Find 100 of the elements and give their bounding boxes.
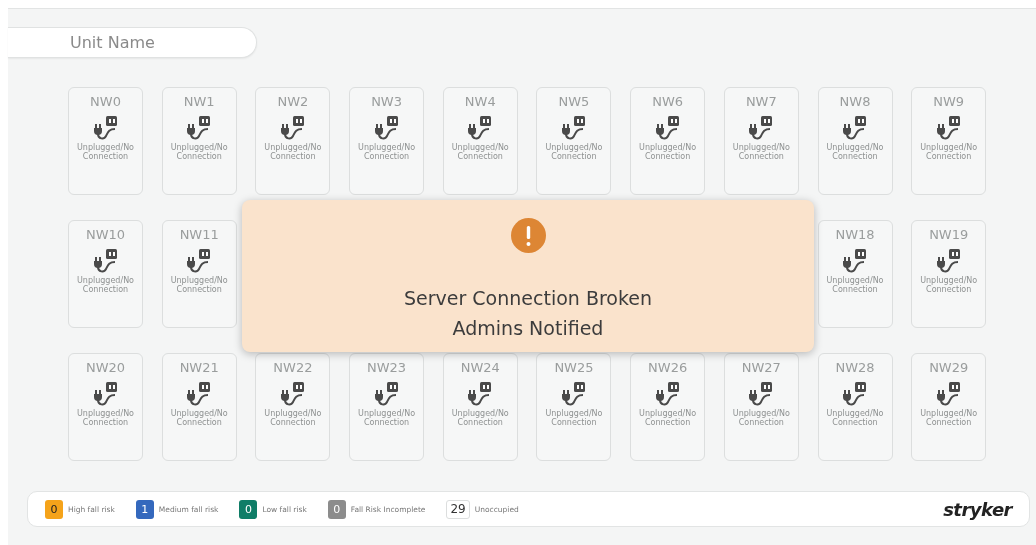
room-name: NW3 [371, 94, 402, 109]
room-status: Unplugged/No Connection [638, 143, 698, 161]
room-name: NW1 [183, 94, 215, 109]
alert-message: Server Connection Broken [404, 286, 652, 311]
room-card[interactable]: NW27 Unplugged/No Connection [723, 353, 799, 461]
count-badge: 1 [135, 499, 154, 519]
room-name: NW25 [554, 360, 594, 375]
room-name: NW21 [179, 360, 219, 375]
room-status: Unplugged/No Connection [731, 409, 791, 427]
unplugged-icon [936, 115, 961, 141]
room-name: NW19 [929, 227, 969, 242]
room-name: NW18 [835, 227, 875, 242]
room-name: NW28 [835, 360, 875, 375]
room-card[interactable]: NW11 Unplugged/No Connection [161, 220, 237, 328]
room-card[interactable]: NW7 Unplugged/No Connection [723, 87, 799, 195]
room-status: Unplugged/No Connection [76, 276, 135, 294]
unplugged-icon [187, 381, 212, 407]
unplugged-icon [374, 381, 399, 407]
unplugged-icon [843, 381, 867, 407]
unplugged-icon [187, 248, 212, 274]
search-field[interactable]: Unit Name [8, 27, 257, 58]
room-card[interactable]: NW2 Unplugged/No Connection [255, 87, 331, 195]
room-status: Unplugged/No Connection [263, 143, 323, 161]
room-card[interactable]: NW20 Unplugged/No Connection [68, 353, 143, 461]
room-card[interactable]: NW23 Unplugged/No Connection [349, 353, 425, 461]
unplugged-icon [187, 115, 212, 141]
room-card[interactable]: NW22 Unplugged/No Connection [255, 353, 331, 461]
unplugged-icon [843, 248, 867, 274]
unplugged-icon [561, 115, 586, 141]
unplugged-icon [280, 115, 305, 141]
room-status: Unplugged/No Connection [357, 409, 417, 427]
room-card[interactable]: NW18 Unplugged/No Connection [817, 220, 893, 328]
room-status: Unplugged/No Connection [169, 409, 229, 427]
room-status: Unplugged/No Connection [825, 143, 885, 161]
room-card[interactable]: NW1 Unplugged/No Connection [161, 87, 237, 195]
room-status: Unplugged/No Connection [544, 143, 604, 161]
room-name: NW22 [273, 360, 313, 375]
room-name: NW6 [652, 94, 684, 109]
room-name: NW23 [367, 360, 407, 375]
unplugged-icon [936, 381, 961, 407]
room-name: NW27 [741, 360, 781, 375]
room-card[interactable]: NW24 Unplugged/No Connection [442, 353, 518, 461]
room-card[interactable]: NW5 Unplugged/No Connection [536, 87, 612, 195]
room-name: NW26 [648, 360, 688, 375]
count-badge: 0 [327, 499, 346, 519]
brand-logo: stryker [943, 498, 1012, 520]
room-name: NW20 [85, 360, 126, 375]
room-card[interactable]: NW21 Unplugged/No Connection [161, 353, 237, 461]
room-status: Unplugged/No Connection [919, 409, 979, 427]
room-card[interactable]: NW19 Unplugged/No Connection [911, 220, 987, 328]
unplugged-icon [843, 115, 867, 141]
room-card[interactable]: NW6 Unplugged/No Connection [630, 87, 706, 195]
room-status: Unplugged/No Connection [919, 276, 979, 294]
unplugged-icon [655, 115, 680, 141]
unplugged-icon [749, 115, 774, 141]
room-status: Unplugged/No Connection [76, 409, 135, 427]
alert-message: Admins Notified [452, 316, 604, 341]
unplugged-icon [93, 381, 118, 407]
room-card[interactable]: NW25 Unplugged/No Connection [536, 353, 612, 461]
room-status: Unplugged/No Connection [169, 276, 229, 294]
room-name: NW8 [839, 94, 871, 109]
room-name: NW5 [558, 94, 590, 109]
unplugged-icon [655, 381, 680, 407]
room-card[interactable]: NW28 Unplugged/No Connection [817, 353, 893, 461]
room-name: NW2 [277, 94, 309, 109]
room-status: Unplugged/No Connection [731, 143, 791, 161]
room-name: NW11 [179, 227, 219, 242]
unplugged-icon [749, 381, 774, 407]
unplugged-icon [561, 381, 586, 407]
room-status: Unplugged/No Connection [76, 143, 135, 161]
room-card[interactable]: NW4 Unplugged/No Connection [442, 87, 518, 195]
room-status: Unplugged/No Connection [450, 143, 510, 161]
room-status: Unplugged/No Connection [357, 143, 417, 161]
room-status: Unplugged/No Connection [919, 143, 979, 161]
count-badge: 0 [45, 499, 63, 519]
room-card[interactable]: NW26 Unplugged/No Connection [630, 353, 706, 461]
unplugged-icon [374, 115, 399, 141]
unplugged-icon [93, 115, 118, 141]
room-name: NW7 [745, 94, 777, 109]
unplugged-icon [280, 381, 305, 407]
room-card[interactable]: NW9 Unplugged/No Connection [911, 87, 987, 195]
unplugged-icon [936, 248, 961, 274]
room-status: Unplugged/No Connection [544, 409, 604, 427]
room-card[interactable]: NW3 Unplugged/No Connection [349, 87, 425, 195]
room-name: NW10 [85, 227, 126, 242]
room-card[interactable]: NW8 Unplugged/No Connection [817, 87, 893, 195]
room-status: Unplugged/No Connection [825, 276, 885, 294]
count-badge: 0 [239, 499, 258, 519]
room-name: NW9 [933, 94, 965, 109]
count-badge: 29 [446, 499, 470, 519]
room-name: NW4 [464, 94, 496, 109]
room-name: NW0 [90, 94, 121, 109]
room-card[interactable]: NW0 Unplugged/No Connection [68, 87, 143, 195]
room-status: Unplugged/No Connection [825, 409, 885, 427]
unplugged-icon [468, 115, 493, 141]
room-status: Unplugged/No Connection [638, 409, 698, 427]
room-card[interactable]: NW10 Unplugged/No Connection [68, 220, 143, 328]
alert-icon [510, 218, 546, 253]
room-card[interactable]: NW29 Unplugged/No Connection [911, 353, 987, 461]
room-status: Unplugged/No Connection [169, 143, 229, 161]
